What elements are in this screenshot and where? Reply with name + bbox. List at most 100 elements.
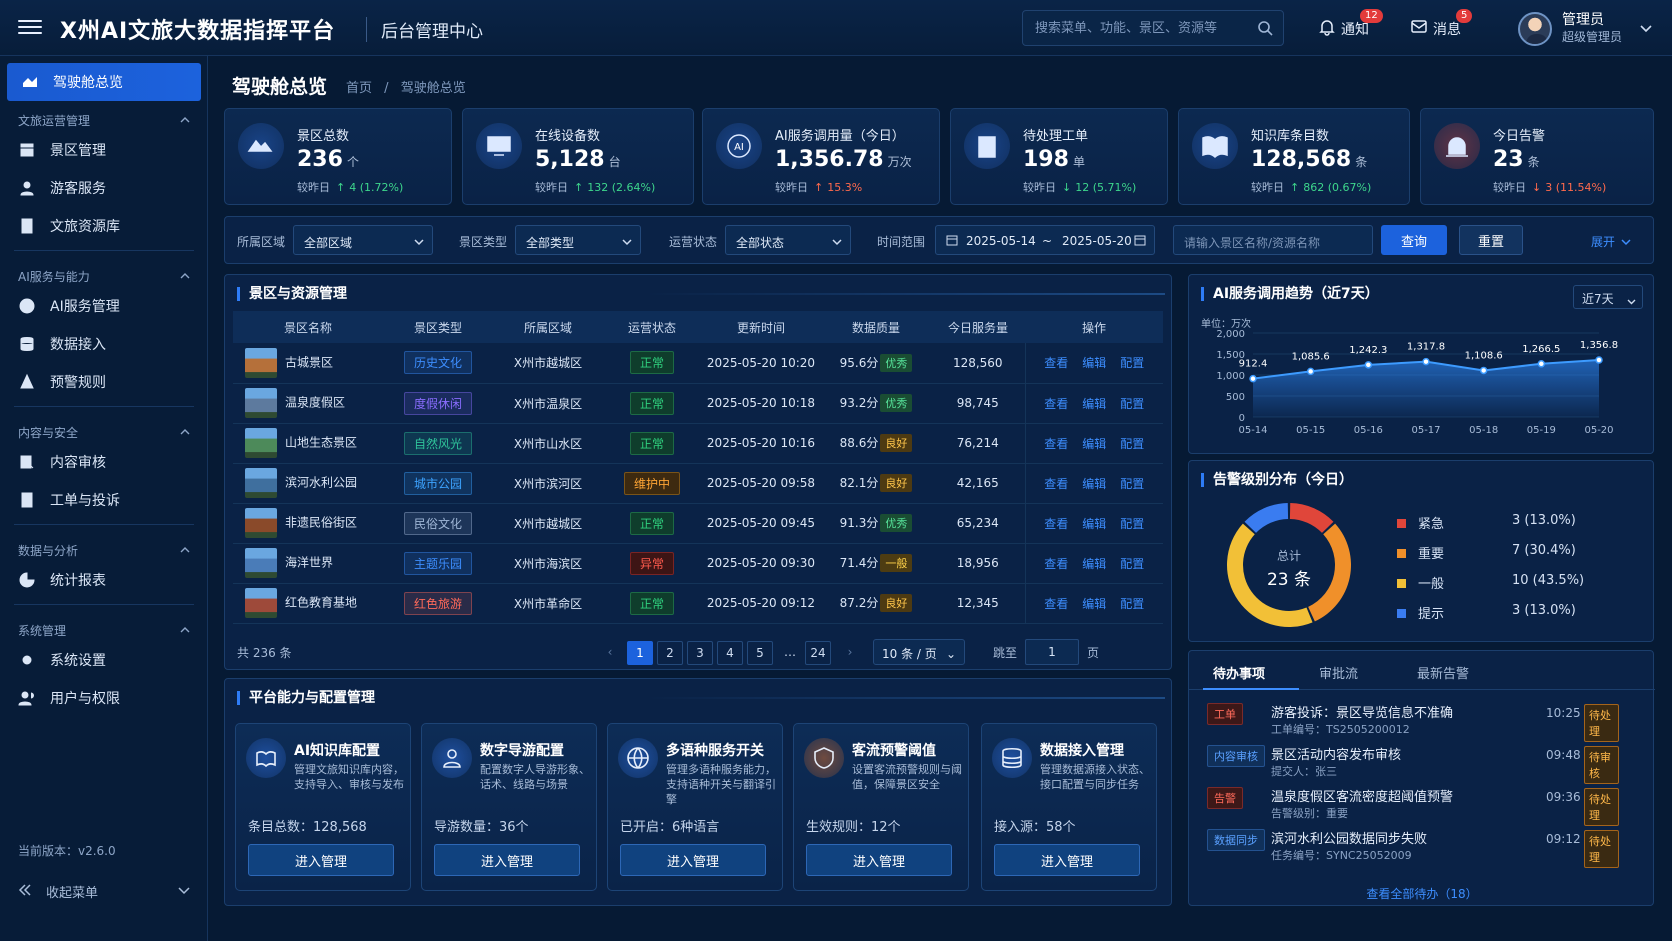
sidebar-item-book[interactable]: 文旅资源库 xyxy=(18,210,198,242)
edit-link[interactable]: 编辑 xyxy=(1082,597,1106,611)
jump-page-input[interactable]: 1 xyxy=(1025,639,1079,665)
config-link[interactable]: 配置 xyxy=(1120,597,1144,611)
edit-link[interactable]: 编辑 xyxy=(1082,356,1106,370)
scenic-name[interactable]: 海洋世界 xyxy=(285,556,333,570)
table-row[interactable]: 红色教育基地 红色旅游 X州市革命区 正常 2025-05-20 09:12 87.2分良… xyxy=(233,583,1163,624)
expand-filters-button[interactable]: 展开 xyxy=(1591,233,1631,250)
page-button[interactable]: 3 xyxy=(687,641,713,665)
view-link[interactable]: 查看 xyxy=(1044,356,1068,370)
view-link[interactable]: 查看 xyxy=(1044,557,1068,571)
prev-page-button[interactable]: ‹ xyxy=(597,641,623,665)
config-link[interactable]: 配置 xyxy=(1120,517,1144,531)
collapse-menu-button[interactable]: 收起菜单 xyxy=(18,882,190,901)
kpi-card[interactable]: 知识库条目数 128,568 条较昨日 ↑ 862 (0.67%) xyxy=(1178,108,1410,205)
sidebar-item-warning[interactable]: 预警规则 xyxy=(18,366,198,398)
edit-link[interactable]: 编辑 xyxy=(1082,517,1106,531)
todo-item[interactable]: 数据同步 滨河水利公园数据同步失败 任务编号：SYNC25052009 09:12 待处… xyxy=(1201,825,1619,868)
scenic-name[interactable]: 滨河水利公园 xyxy=(285,476,357,490)
todo-item[interactable]: 告警 温泉度假区客流密度超阈值预警 告警级别：重要 09:36 待处理 xyxy=(1201,783,1619,826)
sidebar-group-header[interactable]: AI服务与能力 xyxy=(18,268,190,285)
scenic-name[interactable]: 红色教育基地 xyxy=(285,596,357,610)
view-all-todos-link[interactable]: 查看全部待办（18） xyxy=(1189,885,1655,902)
search-icon[interactable] xyxy=(1257,20,1273,40)
area-select[interactable]: 全部区域 xyxy=(293,225,433,255)
date-range-picker[interactable]: 2025-05-14 ~ 2025-05-20 xyxy=(935,225,1155,255)
view-link[interactable]: 查看 xyxy=(1044,477,1068,491)
next-page-button[interactable]: › xyxy=(837,641,863,665)
table-row[interactable]: 古城景区 历史文化 X州市越城区 正常 2025-05-20 10:20 95.6分 优秀 1… xyxy=(233,343,1163,384)
sidebar-item-visitor[interactable]: 游客服务 xyxy=(18,172,198,204)
visitor-icon xyxy=(20,181,34,196)
page-button[interactable]: 5 xyxy=(747,641,773,665)
sidebar-item-review[interactable]: 内容审核 xyxy=(18,446,198,478)
table-row[interactable]: 温泉度假区 度假休闲 X州市温泉区 正常 2025-05-20 10:18 93.2分 优秀… xyxy=(233,383,1163,424)
page-button[interactable]: 2 xyxy=(657,641,683,665)
config-link[interactable]: 配置 xyxy=(1120,477,1144,491)
table-row[interactable]: 山地生态景区 自然风光 X州市山水区 正常 2025-05-20 10:16 88.6分良… xyxy=(233,423,1163,464)
page-button[interactable]: 4 xyxy=(717,641,743,665)
sidebar-item-ai-chip[interactable]: AI服务管理 xyxy=(18,290,198,322)
reset-button[interactable]: 重置 xyxy=(1459,225,1523,255)
sidebar-group-header[interactable]: 数据与分析 xyxy=(18,542,190,559)
sidebar-item-gear[interactable]: 系统设置 xyxy=(18,644,198,676)
sidebar-item-ticket[interactable]: 工单与投诉 xyxy=(18,484,198,516)
edit-link[interactable]: 编辑 xyxy=(1082,557,1106,571)
keyword-input[interactable]: 请输入景区名称/资源名称 xyxy=(1173,225,1373,255)
enter-management-button[interactable]: 进入管理 xyxy=(620,844,766,876)
tab-todo[interactable]: 待办事项 xyxy=(1213,663,1265,682)
sidebar-item-database[interactable]: 数据接入 xyxy=(18,328,198,360)
enter-management-button[interactable]: 进入管理 xyxy=(434,844,580,876)
sidebar-item-users[interactable]: 用户与权限 xyxy=(18,682,198,714)
todo-item[interactable]: 工单 游客投诉：景区导览信息不准确 工单编号：TS2505200012 10:25 待处… xyxy=(1201,699,1619,742)
sidebar-item-pie-chart[interactable]: 统计报表 xyxy=(18,564,198,596)
kpi-card[interactable]: AI AI服务调用量（今日） 1,356.78 万次 较昨日 ↑ 15.3% xyxy=(702,108,940,205)
user-menu[interactable]: 管理员 超级管理员 xyxy=(1518,8,1668,50)
edit-link[interactable]: 编辑 xyxy=(1082,477,1106,491)
table-row[interactable]: 非遗民俗街区 民俗文化 X州市越城区 正常 2025-05-20 09:45 91.3分优… xyxy=(233,503,1163,544)
scenic-name[interactable]: 非遗民俗街区 xyxy=(285,516,357,530)
config-link[interactable]: 配置 xyxy=(1120,397,1144,411)
kpi-card[interactable]: 待处理工单 198 单较昨日 ↓ 12 (5.71%) xyxy=(950,108,1168,205)
tab-alerts[interactable]: 最新告警 xyxy=(1417,663,1469,682)
page-button[interactable]: 1 xyxy=(627,641,653,665)
kpi-card[interactable]: 今日告警 23 条较昨日 ↓ 3 (11.54%) xyxy=(1420,108,1654,205)
sidebar-group-header[interactable]: 文旅运营管理 xyxy=(18,112,190,129)
table-row[interactable]: 滨河水利公园 城市公园 X州市滨河区 维护中 2025-05-20 09:58 82.1分… xyxy=(233,463,1163,504)
scenic-name[interactable]: 山地生态景区 xyxy=(285,436,357,450)
status-select[interactable]: 全部状态 xyxy=(725,225,851,255)
kpi-card[interactable]: 景区总数 236 个较昨日 ↑ 4 (1.72%) xyxy=(224,108,452,205)
todo-status-badge: 待处理 xyxy=(1584,704,1619,742)
notification-button[interactable]: 通知 12 xyxy=(1318,9,1383,40)
kpi-compare-label: 较昨日 xyxy=(1023,181,1056,194)
sidebar-group-header[interactable]: 系统管理 xyxy=(18,622,190,639)
tab-approval[interactable]: 审批流 xyxy=(1319,663,1358,682)
sidebar-item-building[interactable]: 景区管理 xyxy=(18,134,198,166)
breadcrumb-home[interactable]: 首页 xyxy=(346,81,372,96)
view-link[interactable]: 查看 xyxy=(1044,397,1068,411)
view-link[interactable]: 查看 xyxy=(1044,517,1068,531)
config-link[interactable]: 配置 xyxy=(1120,557,1144,571)
hamburger-menu-icon[interactable] xyxy=(18,16,42,38)
scenic-name[interactable]: 温泉度假区 xyxy=(285,396,345,410)
kpi-card[interactable]: 在线设备数 5,128 台较昨日 ↑ 132 (2.64%) xyxy=(462,108,694,205)
table-row[interactable]: 海洋世界 主题乐园 X州市海滨区 异常 2025-05-20 09:30 71.4分 一般 1… xyxy=(233,543,1163,584)
page-size-select[interactable]: 10 条 / 页 ⌄ xyxy=(873,639,965,665)
sidebar-group-header[interactable]: 内容与安全 xyxy=(18,424,190,441)
type-select[interactable]: 全部类型 xyxy=(515,225,641,255)
enter-management-button[interactable]: 进入管理 xyxy=(806,844,952,876)
enter-management-button[interactable]: 进入管理 xyxy=(248,844,394,876)
view-link[interactable]: 查看 xyxy=(1044,437,1068,451)
sidebar-item-dashboard[interactable]: 驾驶舱总览 xyxy=(7,63,201,101)
enter-management-button[interactable]: 进入管理 xyxy=(994,844,1140,876)
query-button[interactable]: 查询 xyxy=(1381,225,1447,255)
todo-item[interactable]: 内容审核 景区活动内容发布审核 提交人：张三 09:48 待审核 xyxy=(1201,741,1619,784)
config-link[interactable]: 配置 xyxy=(1120,437,1144,451)
search-input[interactable] xyxy=(1023,11,1243,45)
config-link[interactable]: 配置 xyxy=(1120,356,1144,370)
edit-link[interactable]: 编辑 xyxy=(1082,437,1106,451)
page-button[interactable]: 24 xyxy=(805,641,831,665)
view-link[interactable]: 查看 xyxy=(1044,597,1068,611)
scenic-name[interactable]: 古城景区 xyxy=(285,355,333,369)
message-button[interactable]: 消息 5 xyxy=(1410,9,1473,40)
edit-link[interactable]: 编辑 xyxy=(1082,397,1106,411)
